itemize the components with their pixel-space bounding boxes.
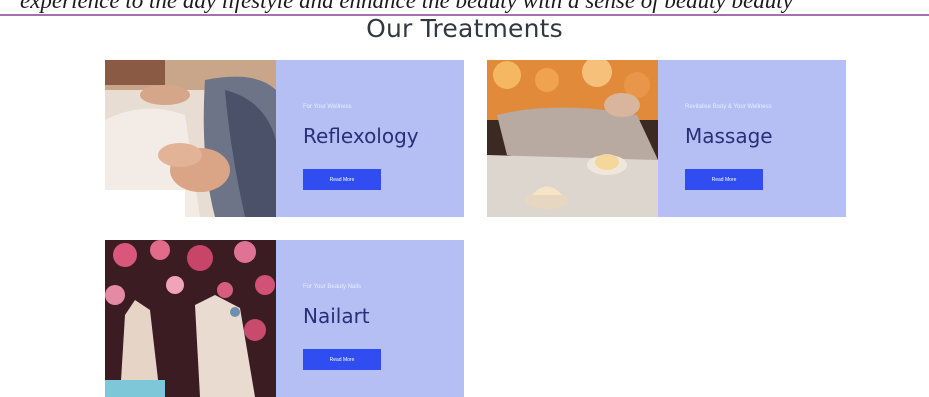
reflexology-title: Reflexology (303, 124, 419, 148)
treatment-card-reflexology: For Your Wellness Reflexology Read More (105, 60, 464, 217)
banner-tagline: experience to the day lifestyle and enha… (20, 0, 793, 13)
nailart-panel: For Your Beauty Nails Nailart Read More (276, 240, 464, 397)
treatment-card-massage: Revitalise Body & Your Wellness Massage … (487, 60, 846, 217)
reflexology-read-more-button[interactable]: Read More (303, 169, 381, 190)
top-banner: experience to the day lifestyle and enha… (0, 0, 929, 14)
massage-panel: Revitalise Body & Your Wellness Massage … (658, 60, 846, 217)
massage-image (487, 60, 658, 217)
page-title: Our Treatments (366, 14, 563, 43)
massage-read-more-button[interactable]: Read More (685, 169, 763, 190)
reflexology-photo (105, 60, 276, 217)
reflexology-panel: For Your Wellness Reflexology Read More (276, 60, 464, 217)
nailart-photo (105, 240, 276, 397)
reflexology-eyebrow: For Your Wellness (303, 104, 352, 110)
nailart-image (105, 240, 276, 397)
reflexology-image (105, 60, 276, 217)
massage-photo (487, 60, 658, 217)
nailart-eyebrow: For Your Beauty Nails (303, 284, 362, 290)
massage-eyebrow: Revitalise Body & Your Wellness (685, 104, 772, 110)
massage-title: Massage (685, 124, 773, 148)
nailart-read-more-button[interactable]: Read More (303, 349, 381, 370)
treatment-card-nailart: For Your Beauty Nails Nailart Read More (105, 240, 464, 397)
nailart-title: Nailart (303, 304, 370, 328)
